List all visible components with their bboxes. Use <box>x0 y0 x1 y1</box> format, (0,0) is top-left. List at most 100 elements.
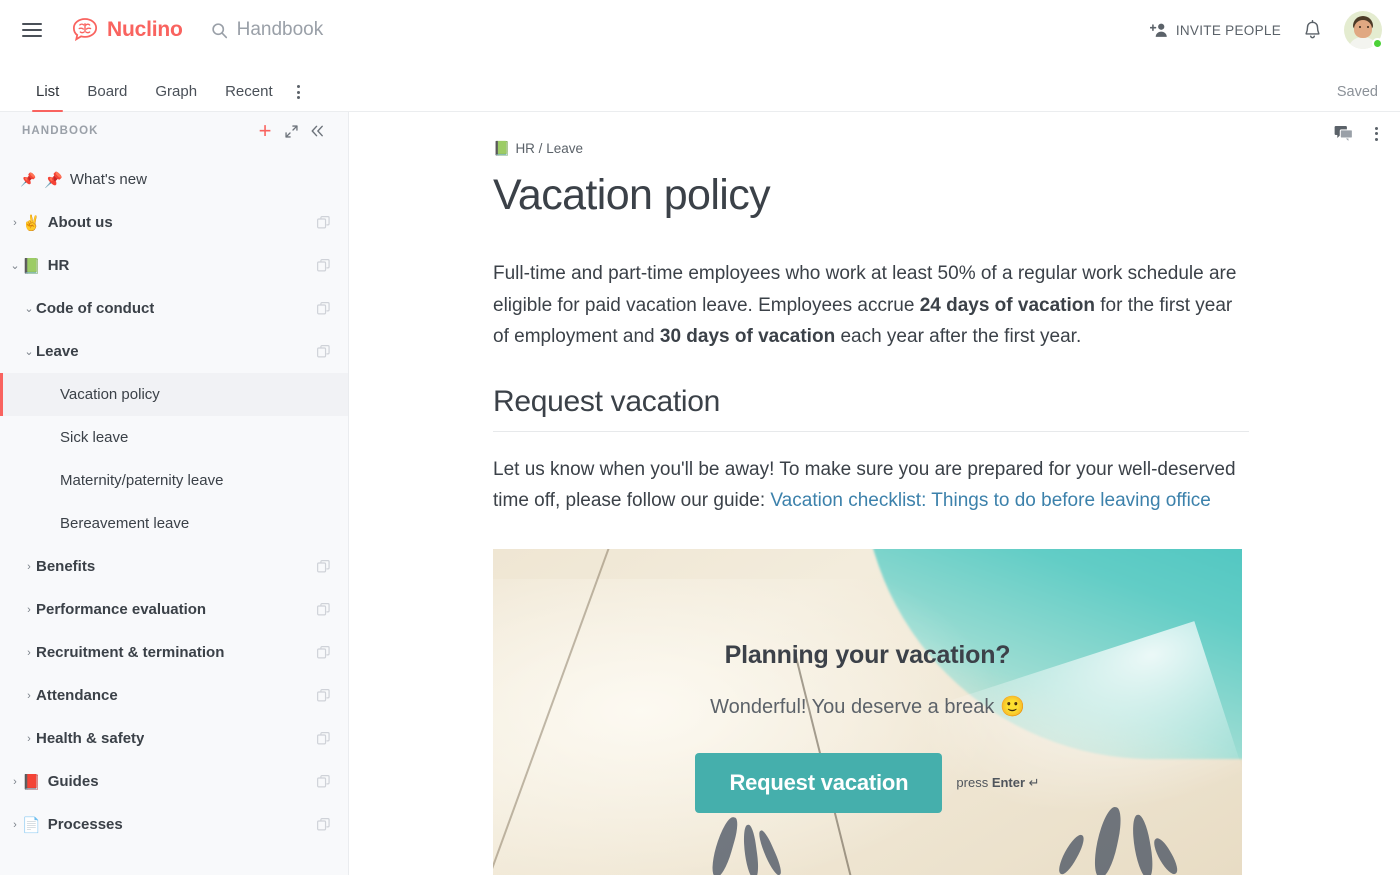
duplicate-icon[interactable] <box>317 560 330 573</box>
invite-people-button[interactable]: INVITE PEOPLE <box>1149 22 1281 38</box>
sidebar: HANDBOOK + 📌 📌 What's new › ✌️ About us ⌄ 📗 HR ⌄ C… <box>0 112 349 875</box>
document-content: 📗 HR / Leave Vacation policy Full-time a… <box>349 112 1399 875</box>
request-vacation-embed-card[interactable]: Planning your vacation? Wonderful! You d… <box>493 548 1242 875</box>
vacation-checklist-link[interactable]: Vacation checklist: Things to do before … <box>770 490 1210 511</box>
chevron-down-icon[interactable]: ⌄ <box>8 259 22 272</box>
brand-logo-link[interactable]: Nuclino <box>70 17 183 43</box>
hint-post: ↵ <box>1025 774 1040 790</box>
sidebar-item-performance-evaluation[interactable]: › Performance evaluation <box>0 588 348 631</box>
duplicate-icon[interactable] <box>317 646 330 659</box>
sidebar-item-health-safety[interactable]: › Health & safety <box>0 717 348 760</box>
sidebar-item-code-of-conduct[interactable]: ⌄ Code of conduct <box>0 287 348 330</box>
sidebar-item-label: Attendance <box>36 687 118 704</box>
tab-graph[interactable]: Graph <box>141 83 211 111</box>
expand-icon[interactable] <box>278 118 304 144</box>
sidebar-item-label: Sick leave <box>60 429 129 446</box>
sidebar-item-attendance[interactable]: › Attendance <box>0 674 348 717</box>
view-tab-bar: List Board Graph Recent Saved <box>0 60 1400 112</box>
item-emoji-icon: ✌️ <box>22 214 41 232</box>
top-bar: Nuclino Handbook INVITE PEOPLE <box>0 0 1400 60</box>
breadcrumb-book-icon: 📗 <box>493 140 511 156</box>
save-status: Saved <box>1336 84 1378 100</box>
sidebar-item-label: Leave <box>36 343 79 360</box>
duplicate-icon[interactable] <box>317 603 330 616</box>
sidebar-item-hr[interactable]: ⌄ 📗 HR <box>0 244 348 287</box>
duplicate-icon[interactable] <box>317 302 330 315</box>
brand-name: Nuclino <box>107 18 183 41</box>
duplicate-icon[interactable] <box>317 732 330 745</box>
sidebar-item-bereavement-leave[interactable]: Bereavement leave <box>0 502 348 545</box>
online-status-dot <box>1372 38 1383 49</box>
sidebar-item-label: Recruitment & termination <box>36 644 225 661</box>
sidebar-item-label: Performance evaluation <box>36 601 207 618</box>
chevron-right-icon[interactable]: › <box>22 561 36 573</box>
sidebar-item-maternity-paternity-leave[interactable]: Maternity/paternity leave <box>0 459 348 502</box>
intro-text-3: each year after the first year. <box>835 326 1082 348</box>
duplicate-icon[interactable] <box>317 818 330 831</box>
add-item-button[interactable]: + <box>252 118 278 144</box>
chevron-down-icon[interactable]: ⌄ <box>22 302 36 315</box>
sidebar-item-label: What's new <box>69 171 147 188</box>
workspace-body: HANDBOOK + 📌 📌 What's new › ✌️ About us ⌄ 📗 HR ⌄ C… <box>0 112 1400 875</box>
hint-key: Enter <box>991 774 1026 790</box>
topbar-actions: INVITE PEOPLE <box>1149 0 1383 60</box>
intro-bold-1: 24 days of vacation <box>919 294 1095 316</box>
search-input[interactable]: Handbook <box>211 19 324 41</box>
document-pane: 📗 HR / Leave Vacation policy Full-time a… <box>349 112 1400 875</box>
tab-recent[interactable]: Recent <box>211 83 287 111</box>
tab-list[interactable]: List <box>22 83 73 112</box>
document-toolbar <box>1334 125 1378 142</box>
chevron-right-icon[interactable]: › <box>22 604 36 616</box>
tab-board[interactable]: Board <box>73 83 141 111</box>
sidebar-item-label: HR <box>47 257 70 274</box>
sidebar-title: HANDBOOK <box>22 125 99 137</box>
embed-heading: Planning your vacation? <box>724 640 1011 669</box>
sidebar-item-leave[interactable]: ⌄ Leave <box>0 330 348 373</box>
duplicate-icon[interactable] <box>317 259 330 272</box>
duplicate-icon[interactable] <box>317 345 330 358</box>
hamburger-menu-icon[interactable] <box>22 23 42 37</box>
sidebar-item-label: Maternity/paternity leave <box>60 472 224 489</box>
sidebar-item-about-us[interactable]: › ✌️ About us <box>0 201 348 244</box>
duplicate-icon[interactable] <box>317 216 330 229</box>
sidebar-item-what-s-new[interactable]: 📌 📌 What's new <box>0 158 348 201</box>
intro-paragraph: Full-time and part-time employees who wo… <box>493 258 1249 353</box>
search-placeholder: Handbook <box>236 19 324 40</box>
view-tabs: List Board Graph Recent <box>22 83 310 112</box>
comments-icon[interactable] <box>1334 125 1353 142</box>
item-emoji-icon: 📌 <box>44 171 63 189</box>
chevron-down-icon[interactable]: ⌄ <box>22 345 36 358</box>
chevron-right-icon[interactable]: › <box>8 217 22 229</box>
view-more-menu-icon[interactable] <box>287 85 310 111</box>
chevron-right-icon[interactable]: › <box>8 776 22 788</box>
page-title: Vacation policy <box>493 171 771 219</box>
duplicate-icon[interactable] <box>317 689 330 702</box>
chevron-right-icon[interactable]: › <box>22 690 36 702</box>
request-vacation-button[interactable]: Request vacation <box>695 752 943 813</box>
sidebar-item-sick-leave[interactable]: Sick leave <box>0 416 348 459</box>
sidebar-item-guides[interactable]: › 📕 Guides <box>0 760 348 803</box>
chevron-right-icon[interactable]: › <box>22 733 36 745</box>
embed-action-row: Request vacation press Enter ↵ <box>695 752 1040 813</box>
user-avatar[interactable] <box>1344 11 1383 49</box>
intro-bold-2: 30 days of vacation <box>659 326 836 348</box>
sidebar-item-label: Processes <box>47 816 123 833</box>
chevron-right-icon[interactable]: › <box>8 819 22 831</box>
chevron-right-icon[interactable]: › <box>22 647 36 659</box>
sidebar-item-label: Benefits <box>36 558 96 575</box>
document-tree: 📌 📌 What's new › ✌️ About us ⌄ 📗 HR ⌄ Code of cond… <box>0 150 348 846</box>
sidebar-item-vacation-policy[interactable]: Vacation policy <box>0 373 348 416</box>
breadcrumb[interactable]: 📗 HR / Leave <box>493 140 1249 157</box>
press-enter-hint: press Enter ↵ <box>956 775 1039 791</box>
embed-content: Planning your vacation? Wonderful! You d… <box>493 549 1242 875</box>
sidebar-item-benefits[interactable]: › Benefits <box>0 545 348 588</box>
sidebar-item-label: Bereavement leave <box>60 515 190 532</box>
sidebar-item-processes[interactable]: › 📄 Processes <box>0 803 348 846</box>
duplicate-icon[interactable] <box>317 775 330 788</box>
sidebar-item-recruitment-termination[interactable]: › Recruitment & termination <box>0 631 348 674</box>
sidebar-item-label: Vacation policy <box>60 386 160 403</box>
document-more-menu-icon[interactable] <box>1375 126 1378 141</box>
item-emoji-icon: 📕 <box>22 773 41 791</box>
bell-icon[interactable] <box>1303 19 1322 41</box>
collapse-sidebar-button[interactable] <box>304 118 330 144</box>
